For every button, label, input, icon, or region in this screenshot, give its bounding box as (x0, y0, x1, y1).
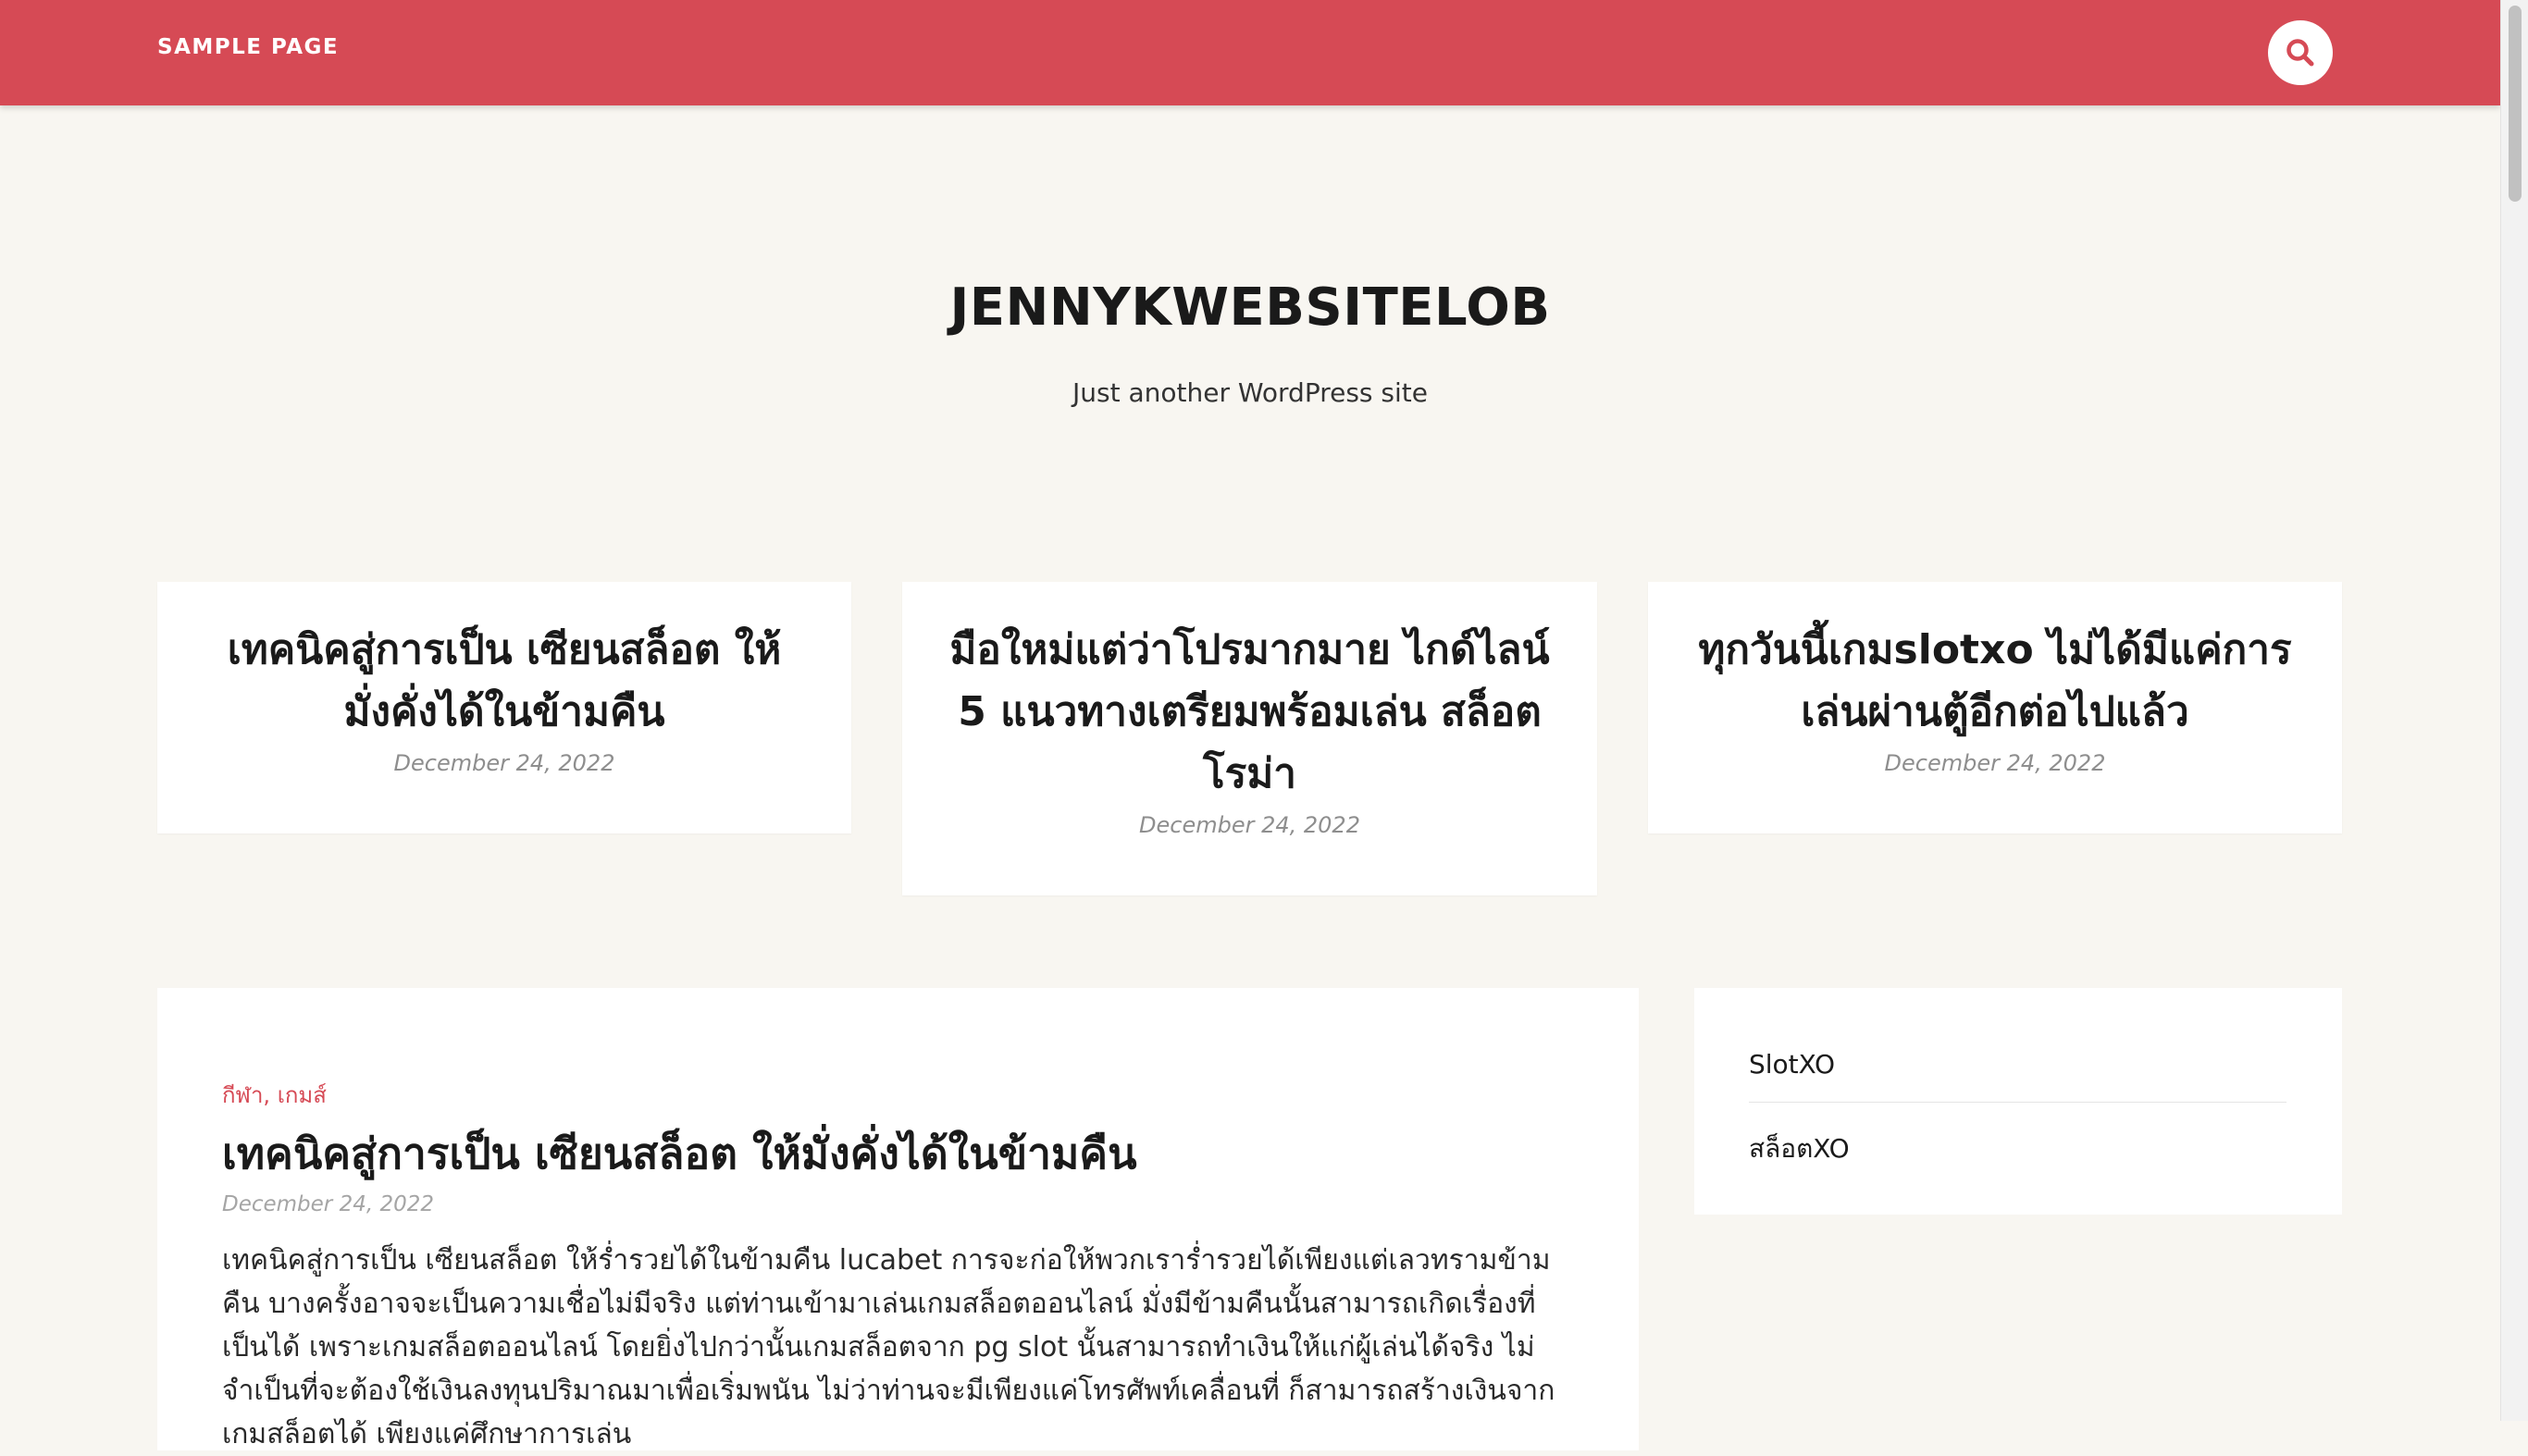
post-article: กีฬา, เกมส์ เทคนิคสู่การเป็น เซียนสล็อต … (157, 988, 1639, 1450)
category-link-games[interactable]: เกมส์ (278, 1082, 327, 1108)
post-excerpt: เทคนิคสู่การเป็น เซียนสล็อต ให้ร่ำรวยได้… (222, 1244, 1555, 1450)
search-icon (2286, 39, 2314, 67)
sidebar-widget: SlotXO สล็อตXO (1694, 988, 2342, 1215)
top-nav-bar: SAMPLE PAGE (0, 0, 2500, 105)
site-title[interactable]: JENNYKWEBSITELOB (0, 278, 2500, 338)
featured-card-date: December 24, 2022 (1139, 812, 1360, 838)
post-date: December 24, 2022 (222, 1192, 435, 1216)
featured-card[interactable]: ทุกวันนี้เกมslotxo ไม่ได้มีแค่การเล่นผ่า… (1648, 582, 2342, 833)
featured-card-title[interactable]: ทุกวันนี้เกมslotxo ไม่ได้มีแค่การเล่นผ่า… (1694, 619, 2296, 743)
nav-item-sample-page[interactable]: SAMPLE PAGE (157, 35, 339, 59)
sidebar-item-slotxo[interactable]: SlotXO (1749, 1043, 2286, 1102)
featured-card-title[interactable]: มือใหม่แต่ว่าโปรมากมาย ไกด์ไลน์ 5 แนวทาง… (948, 619, 1551, 805)
vertical-scrollbar[interactable] (2500, 0, 2528, 1421)
category-separator: , (263, 1082, 278, 1108)
featured-card-title[interactable]: เทคนิคสู่การเป็น เซียนสล็อต ให้มั่งคั่งไ… (204, 619, 805, 743)
featured-card[interactable]: เทคนิคสู่การเป็น เซียนสล็อต ให้มั่งคั่งไ… (157, 582, 851, 833)
featured-card[interactable]: มือใหม่แต่ว่าโปรมากมาย ไกด์ไลน์ 5 แนวทาง… (902, 582, 1597, 895)
search-button[interactable] (2268, 20, 2333, 85)
post-title[interactable]: เทคนิคสู่การเป็น เซียนสล็อต ให้มั่งคั่งไ… (222, 1126, 1574, 1181)
site-description: Just another WordPress site (1072, 377, 1428, 408)
scrollbar-thumb[interactable] (2509, 6, 2522, 202)
divider (1749, 1102, 2286, 1103)
post-categories: กีฬา, เกมส์ (222, 1077, 1574, 1113)
featured-card-date: December 24, 2022 (1884, 750, 2106, 776)
featured-card-date: December 24, 2022 (393, 750, 615, 776)
category-link-sports[interactable]: กีฬา (222, 1082, 263, 1108)
sidebar-item-slotxo-thai[interactable]: สล็อตXO (1749, 1123, 2286, 1191)
